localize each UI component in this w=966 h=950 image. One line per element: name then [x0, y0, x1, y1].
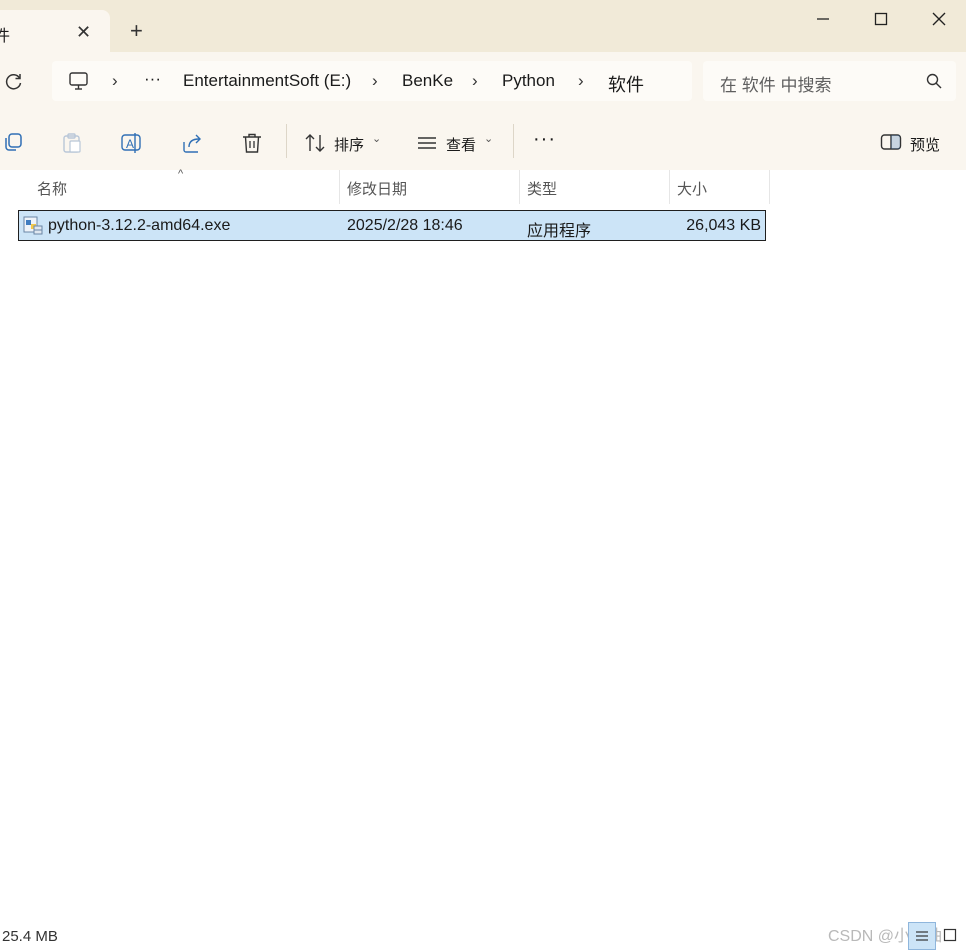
refresh-icon: [5, 74, 22, 90]
column-divider[interactable]: [339, 170, 340, 204]
breadcrumb-overflow[interactable]: ···: [144, 69, 161, 89]
column-divider[interactable]: [669, 170, 670, 204]
address-row: › ··· EntertainmentSoft (E:) › BenKe › P…: [0, 52, 966, 112]
chevron-right-icon[interactable]: ›: [578, 71, 584, 91]
this-pc-icon[interactable]: [68, 71, 90, 96]
sort-button[interactable]: 排序: [334, 134, 364, 155]
breadcrumb-python[interactable]: Python: [502, 71, 555, 91]
chevron-right-icon[interactable]: ›: [472, 71, 478, 91]
column-header-modified[interactable]: 修改日期: [347, 178, 407, 199]
file-size: 26,043 KB: [686, 217, 761, 234]
more-options-button[interactable]: ···: [533, 128, 556, 151]
paste-icon: [61, 132, 83, 159]
minimize-button[interactable]: [808, 8, 838, 30]
breadcrumb-current[interactable]: 软件: [608, 71, 644, 97]
preview-button[interactable]: 预览: [910, 134, 940, 155]
file-modified: 2025/2/28 18:46: [347, 217, 463, 234]
minimize-icon: [817, 18, 829, 20]
chevron-down-icon[interactable]: ⌄: [372, 132, 381, 145]
file-type: 应用程序: [527, 223, 592, 240]
details-view-icon: [916, 931, 928, 941]
column-header-name[interactable]: 名称: [37, 178, 67, 199]
tiles-view-button[interactable]: [937, 922, 963, 948]
file-name[interactable]: python-3.12.2-amd64.exe: [48, 217, 230, 235]
delete-icon[interactable]: [241, 132, 263, 159]
preview-pane-icon[interactable]: [880, 132, 902, 157]
maximize-icon: [874, 12, 888, 26]
tab-current[interactable]: 件 ✕: [0, 10, 110, 52]
breadcrumb-drive[interactable]: EntertainmentSoft (E:): [183, 71, 351, 91]
share-icon[interactable]: [181, 132, 205, 159]
column-divider[interactable]: [519, 170, 520, 204]
sort-icon[interactable]: [304, 132, 326, 159]
search-icon[interactable]: [926, 73, 942, 94]
address-bar[interactable]: › ··· EntertainmentSoft (E:) › BenKe › P…: [52, 61, 692, 101]
column-header-size[interactable]: 大小: [677, 178, 707, 199]
close-window-button[interactable]: [924, 8, 954, 30]
column-headers: ^ 名称 修改日期 类型 大小: [0, 168, 966, 204]
command-bar: A 排序 ⌄ 查看 ⌄ ··· 预览: [0, 112, 966, 171]
rename-icon[interactable]: A: [120, 132, 144, 159]
view-icon[interactable]: [416, 132, 438, 159]
column-header-type[interactable]: 类型: [527, 178, 557, 199]
chevron-down-icon[interactable]: ⌄: [484, 132, 493, 145]
column-divider[interactable]: [769, 170, 770, 204]
toolbar-divider: [513, 124, 514, 158]
maximize-button[interactable]: [866, 8, 896, 30]
close-icon: [932, 12, 946, 26]
chevron-right-icon[interactable]: ›: [112, 71, 118, 91]
new-tab-button[interactable]: +: [130, 18, 143, 44]
tab-close-button[interactable]: ✕: [76, 22, 91, 43]
search-placeholder: 在 软件 中搜索: [720, 76, 832, 95]
status-bar: 25.4 MB: [0, 922, 966, 950]
copy-icon[interactable]: [2, 132, 24, 157]
details-view-button[interactable]: [908, 922, 936, 950]
table-row[interactable]: python-3.12.2-amd64.exe 2025/2/28 18:46 …: [18, 210, 766, 241]
tab-title: 件: [0, 28, 11, 45]
chevron-right-icon[interactable]: ›: [372, 71, 378, 91]
sort-ascending-icon: ^: [178, 168, 184, 180]
tiles-view-icon: [943, 928, 957, 942]
selection-size: 25.4 MB: [2, 928, 58, 945]
title-bar: 件 ✕ +: [0, 0, 966, 52]
breadcrumb-benke[interactable]: BenKe: [402, 71, 453, 91]
refresh-button[interactable]: [4, 72, 24, 97]
toolbar-divider: [286, 124, 287, 158]
view-button[interactable]: 查看: [446, 134, 476, 155]
search-input[interactable]: 在 软件 中搜索: [703, 61, 956, 101]
svg-text:A: A: [126, 137, 134, 151]
installer-file-icon: [23, 215, 43, 240]
